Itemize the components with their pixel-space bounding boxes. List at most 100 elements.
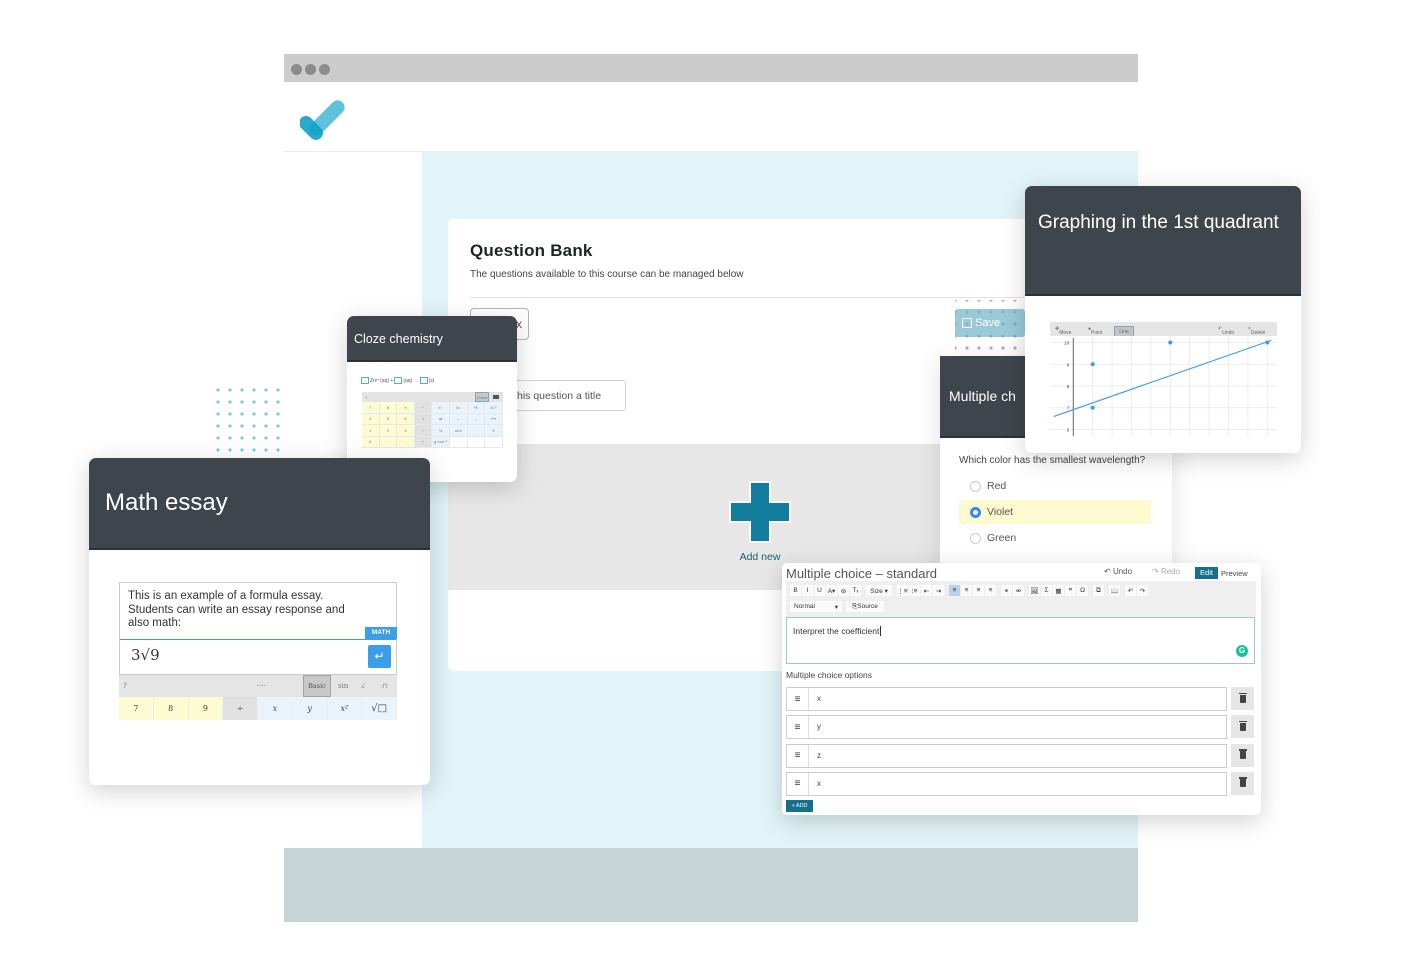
option-row[interactable]: ≡ x bbox=[786, 771, 1227, 796]
toolbar-button[interactable]: ❞ bbox=[1065, 585, 1076, 596]
tab-edit[interactable]: Edit bbox=[1195, 567, 1218, 579]
toolbar-button[interactable]: B bbox=[790, 585, 801, 596]
save-button[interactable]: Save bbox=[955, 309, 1025, 337]
chem-key[interactable]: ½ bbox=[432, 425, 450, 437]
toolbar-button[interactable]: ▦ bbox=[1053, 585, 1064, 596]
toolbar-button[interactable]: ⊚ bbox=[838, 585, 849, 596]
toolbar-button[interactable]: Σ bbox=[1041, 585, 1052, 596]
chem-key[interactable]: − bbox=[414, 425, 433, 437]
choice-option[interactable]: Green bbox=[959, 526, 1151, 550]
undo-button[interactable]: ↶ Undo bbox=[1104, 567, 1132, 576]
toolbar-button[interactable]: ≡ bbox=[961, 585, 972, 596]
choice-option-selected[interactable]: Violet bbox=[959, 500, 1151, 524]
chem-key[interactable]: 3 bbox=[397, 425, 415, 437]
chem-key[interactable]: + bbox=[414, 436, 433, 448]
delete-option-button[interactable] bbox=[1231, 771, 1254, 795]
drag-handle-icon[interactable]: ≡ bbox=[787, 744, 809, 767]
drag-handle-icon[interactable]: ≡ bbox=[787, 716, 809, 739]
chem-key[interactable]: 8 bbox=[379, 402, 398, 414]
key-8[interactable]: 8 bbox=[153, 697, 189, 720]
radio-button[interactable] bbox=[970, 481, 981, 492]
toolbar-button[interactable]: ⚭ bbox=[1001, 585, 1012, 596]
delete-button[interactable]: × Delete bbox=[1248, 326, 1265, 336]
option-input[interactable]: y bbox=[817, 722, 821, 731]
key-x-squared[interactable]: x² bbox=[327, 697, 363, 720]
toolbar-button[interactable]: Size ▾ bbox=[866, 585, 892, 596]
toolbar-button[interactable]: ⋮≡ bbox=[897, 585, 908, 596]
move-tool[interactable]: ✥ Move bbox=[1055, 326, 1071, 336]
sin-tab[interactable]: sin bbox=[338, 682, 348, 690]
chem-key[interactable]: 7 bbox=[362, 402, 380, 414]
basic-mode-button[interactable]: Basic bbox=[303, 675, 331, 697]
key-sqrt[interactable]: √□ bbox=[362, 697, 397, 720]
plus-icon[interactable] bbox=[728, 480, 792, 544]
chem-key[interactable]: ᵃX bbox=[467, 402, 486, 414]
redo-button[interactable]: ↷ Redo bbox=[1152, 567, 1180, 576]
chem-key[interactable]: ⇌ bbox=[432, 413, 450, 425]
toolbar-button[interactable]: 🖼 bbox=[1029, 585, 1040, 596]
delete-option-button[interactable] bbox=[1231, 687, 1254, 710]
drag-handle-icon[interactable]: ≡ bbox=[787, 688, 809, 710]
option-row[interactable]: ≡ z bbox=[786, 743, 1227, 768]
backspace-icon[interactable] bbox=[493, 395, 499, 399]
choice-option[interactable]: Red bbox=[959, 474, 1151, 498]
chem-key[interactable]: Xₙᵐ bbox=[485, 402, 503, 414]
chem-key[interactable]: , bbox=[397, 436, 415, 448]
option-row[interactable]: ≡ x bbox=[786, 687, 1227, 711]
chem-key[interactable]: → bbox=[467, 413, 486, 425]
option-input[interactable]: z bbox=[817, 751, 821, 760]
key-7[interactable]: 7 bbox=[119, 697, 154, 720]
toolbar-button[interactable]: ⇥ bbox=[933, 585, 944, 596]
radio-button-checked[interactable] bbox=[970, 507, 981, 518]
graphing-card[interactable]: Graphing in the 1st quadrant ✥ Move ● Po… bbox=[1025, 186, 1301, 453]
math-essay-card[interactable]: Math essay This is an example of a formu… bbox=[89, 458, 430, 785]
option-input[interactable]: x bbox=[817, 779, 821, 788]
graph-plot[interactable]: 109876 bbox=[1050, 336, 1277, 436]
enter-icon[interactable]: ↵ bbox=[368, 645, 391, 668]
source-button[interactable]: ⎘ Source bbox=[846, 601, 884, 612]
toolbar-button[interactable]: 📖 bbox=[1109, 585, 1120, 596]
delete-option-button[interactable] bbox=[1231, 743, 1254, 767]
add-new-label[interactable]: Add new bbox=[728, 551, 792, 563]
chem-key[interactable]: ⟷ bbox=[485, 413, 503, 425]
chem-key[interactable]: ÷ bbox=[414, 402, 433, 414]
drag-handle[interactable]: ···· bbox=[257, 682, 266, 690]
toolbar-button[interactable]: A▾ bbox=[826, 585, 837, 596]
checkmark-logo-icon[interactable] bbox=[300, 94, 352, 142]
toolbar-button[interactable]: ⚮ bbox=[1013, 585, 1024, 596]
essay-editor[interactable]: This is an example of a formula essay. S… bbox=[119, 582, 397, 675]
undo-button[interactable]: ↶ Undo bbox=[1218, 326, 1234, 336]
toolbar-button[interactable]: ≡ bbox=[985, 585, 996, 596]
toolbar-button[interactable]: ↷ bbox=[1137, 585, 1148, 596]
toolbar-button[interactable]: ≡ bbox=[973, 585, 984, 596]
add-option-button[interactable]: + ADD bbox=[786, 800, 813, 812]
chem-key[interactable]: 1 bbox=[362, 425, 380, 437]
toolbar-button[interactable]: ≡ bbox=[949, 585, 960, 596]
grammarly-icon[interactable]: G bbox=[1236, 645, 1248, 657]
chem-key[interactable]: · bbox=[467, 425, 486, 437]
drag-handle-icon[interactable]: ≡ bbox=[787, 772, 809, 795]
angle-tab[interactable]: ∠ bbox=[360, 682, 366, 690]
toolbar-button[interactable]: ⇤ bbox=[921, 585, 932, 596]
chem-key[interactable]: × bbox=[414, 413, 433, 425]
chem-key[interactable]: e⁻ bbox=[432, 402, 450, 414]
key-divide[interactable]: ÷ bbox=[223, 697, 258, 720]
chem-key[interactable]: . bbox=[379, 436, 398, 448]
chem-key[interactable]: 6 bbox=[397, 413, 415, 425]
answer-box[interactable] bbox=[419, 377, 428, 384]
option-input[interactable]: x bbox=[817, 694, 821, 703]
option-row[interactable]: ≡ y bbox=[786, 715, 1227, 740]
key-9[interactable]: 9 bbox=[188, 697, 224, 720]
point-tool[interactable]: ● Point bbox=[1088, 326, 1102, 336]
toolbar-button[interactable]: I bbox=[802, 585, 813, 596]
math-input[interactable]: 3√9 bbox=[131, 646, 160, 664]
toolbar-button[interactable]: ⧉ bbox=[1093, 585, 1104, 596]
chem-key[interactable]: ← bbox=[449, 413, 468, 425]
chem-key[interactable]: g mol⁻¹ bbox=[432, 436, 450, 448]
sets-tab[interactable]: ∩ bbox=[382, 682, 388, 690]
chem-key[interactable]: 0 bbox=[362, 436, 380, 448]
chem-key[interactable]: δ bbox=[485, 425, 503, 437]
chem-key[interactable]: 9 bbox=[397, 402, 415, 414]
radio-button[interactable] bbox=[970, 533, 981, 544]
answer-box[interactable] bbox=[394, 377, 403, 384]
